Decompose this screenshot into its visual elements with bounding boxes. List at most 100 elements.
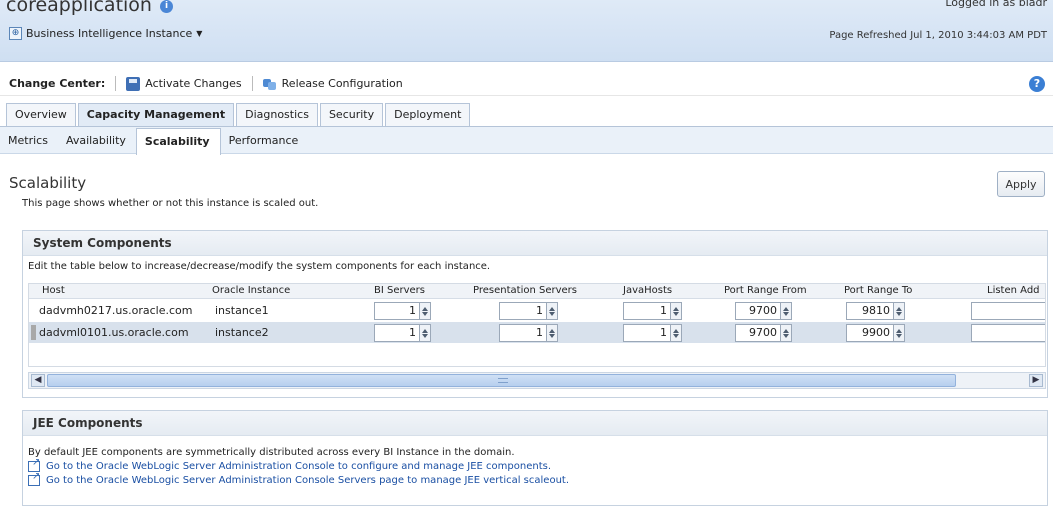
subtab-performance[interactable]: Performance xyxy=(221,128,309,154)
instance-cell: instance2 xyxy=(215,326,269,339)
release-configuration-button[interactable]: Release Configuration xyxy=(262,77,403,91)
weblogic-console-link[interactable]: Go to the Oracle WebLogic Server Adminis… xyxy=(23,457,1047,472)
header-band: coreapplication i ⊕ Business Intelligenc… xyxy=(0,0,1053,62)
table-header: Host Oracle Instance BI Servers Presenta… xyxy=(29,284,1045,299)
presentation-servers-stepper[interactable]: 1 xyxy=(499,324,558,342)
scrollbar-thumb[interactable] xyxy=(47,374,956,387)
spinner-arrows-icon[interactable] xyxy=(894,302,905,320)
column-port-range-from[interactable]: Port Range From xyxy=(724,285,807,296)
instance-menu-label: Business Intelligence Instance xyxy=(26,27,193,40)
change-center-label: Change Center: xyxy=(9,77,106,90)
listen-address-input[interactable] xyxy=(971,302,1045,320)
tab-deployment[interactable]: Deployment xyxy=(385,103,471,126)
system-components-panel: System Components Edit the table below t… xyxy=(22,230,1048,398)
port-range-to-stepper[interactable]: 9900 xyxy=(846,324,905,342)
javahosts-stepper[interactable]: 1 xyxy=(623,324,682,342)
port-range-from-stepper[interactable]: 9700 xyxy=(735,324,792,342)
info-icon[interactable]: i xyxy=(160,0,174,13)
scroll-right-icon[interactable]: ▶ xyxy=(1029,374,1043,387)
apply-button[interactable]: Apply xyxy=(997,171,1045,197)
sub-tabs: Metrics Availability Scalability Perform… xyxy=(0,128,308,155)
port-range-from-stepper[interactable]: 9700 xyxy=(735,302,792,320)
release-icon xyxy=(262,77,277,91)
app-title-text: coreapplication xyxy=(6,0,152,16)
instance-cell: instance1 xyxy=(215,304,269,317)
port-range-from-value[interactable]: 9700 xyxy=(735,324,781,342)
save-icon xyxy=(126,76,141,91)
weblogic-servers-link-text[interactable]: Go to the Oracle WebLogic Server Adminis… xyxy=(46,475,569,486)
spinner-arrows-icon[interactable] xyxy=(671,324,682,342)
host-cell: dadvml0101.us.oracle.com xyxy=(39,326,189,339)
jee-components-panel: JEE Components By default JEE components… xyxy=(22,410,1048,506)
subtab-availability[interactable]: Availability xyxy=(58,128,136,154)
main-tabs: Overview Capacity Management Diagnostics… xyxy=(6,103,471,126)
tab-capacity-management[interactable]: Capacity Management xyxy=(77,103,235,126)
activate-changes-label: Activate Changes xyxy=(145,77,242,90)
weblogic-console-link-text[interactable]: Go to the Oracle WebLogic Server Adminis… xyxy=(46,461,551,472)
app-title: coreapplication i xyxy=(6,0,174,16)
change-center: Change Center: Activate Changes Release … xyxy=(0,72,1053,96)
instance-icon: ⊕ xyxy=(9,27,22,40)
column-presentation-servers[interactable]: Presentation Servers xyxy=(473,285,577,296)
chevron-down-icon: ▼ xyxy=(196,29,203,38)
horizontal-scrollbar[interactable]: ◀ ▶ xyxy=(28,372,1046,389)
bi-servers-stepper[interactable]: 1 xyxy=(374,302,431,320)
column-listen-address[interactable]: Listen Add xyxy=(987,285,1040,296)
javahosts-value[interactable]: 1 xyxy=(623,302,671,320)
weblogic-servers-link[interactable]: Go to the Oracle WebLogic Server Adminis… xyxy=(23,471,1047,486)
system-components-title: System Components xyxy=(23,231,1047,256)
column-oracle-instance[interactable]: Oracle Instance xyxy=(212,285,290,296)
help-icon[interactable]: ? xyxy=(1029,76,1045,92)
port-range-to-stepper[interactable]: 9810 xyxy=(846,302,905,320)
divider xyxy=(251,76,253,91)
table-row[interactable]: dadvmh0217.us.oracle.com instance1 1 1 1… xyxy=(29,300,1045,321)
subtab-scalability[interactable]: Scalability xyxy=(135,128,221,155)
external-link-icon xyxy=(28,471,40,486)
scroll-left-icon[interactable]: ◀ xyxy=(31,374,45,387)
activate-changes-button[interactable]: Activate Changes xyxy=(126,76,242,91)
column-javahosts[interactable]: JavaHosts xyxy=(623,285,672,296)
page-description: This page shows whether or not this inst… xyxy=(22,198,319,209)
port-range-to-value[interactable]: 9810 xyxy=(846,302,894,320)
port-range-to-value[interactable]: 9900 xyxy=(846,324,894,342)
port-range-from-value[interactable]: 9700 xyxy=(735,302,781,320)
row-selection-marker xyxy=(31,325,36,340)
column-port-range-to[interactable]: Port Range To xyxy=(844,285,912,296)
tab-overview[interactable]: Overview xyxy=(6,103,76,126)
grip-icon xyxy=(498,378,508,383)
table-row[interactable]: dadvml0101.us.oracle.com instance2 1 1 1… xyxy=(29,322,1045,343)
spinner-arrows-icon[interactable] xyxy=(420,324,431,342)
javahosts-value[interactable]: 1 xyxy=(623,324,671,342)
column-host[interactable]: Host xyxy=(42,285,65,296)
divider xyxy=(115,76,117,91)
page-title: Scalability xyxy=(9,174,87,192)
tab-diagnostics[interactable]: Diagnostics xyxy=(236,103,318,126)
spinner-arrows-icon[interactable] xyxy=(420,302,431,320)
column-bi-servers[interactable]: BI Servers xyxy=(374,285,425,296)
spinner-arrows-icon[interactable] xyxy=(671,302,682,320)
logged-in-text: Logged in as biadr xyxy=(945,0,1047,9)
subtab-metrics[interactable]: Metrics xyxy=(0,128,58,154)
spinner-arrows-icon[interactable] xyxy=(894,324,905,342)
presentation-servers-stepper[interactable]: 1 xyxy=(499,302,558,320)
instance-menu[interactable]: ⊕ Business Intelligence Instance ▼ xyxy=(9,27,202,40)
presentation-servers-value[interactable]: 1 xyxy=(499,302,547,320)
bi-servers-value[interactable]: 1 xyxy=(374,302,420,320)
bi-servers-value[interactable]: 1 xyxy=(374,324,420,342)
system-components-description: Edit the table below to increase/decreas… xyxy=(28,261,491,272)
javahosts-stepper[interactable]: 1 xyxy=(623,302,682,320)
jee-components-description: By default JEE components are symmetrica… xyxy=(28,447,515,458)
spinner-arrows-icon[interactable] xyxy=(781,302,792,320)
spinner-arrows-icon[interactable] xyxy=(781,324,792,342)
tab-security[interactable]: Security xyxy=(319,103,384,126)
presentation-servers-value[interactable]: 1 xyxy=(499,324,547,342)
host-cell: dadvmh0217.us.oracle.com xyxy=(39,304,193,317)
jee-components-title: JEE Components xyxy=(23,411,1047,436)
spinner-arrows-icon[interactable] xyxy=(547,324,558,342)
release-configuration-label: Release Configuration xyxy=(281,77,403,90)
spinner-arrows-icon[interactable] xyxy=(547,302,558,320)
listen-address-input[interactable] xyxy=(971,324,1045,342)
system-components-table: Host Oracle Instance BI Servers Presenta… xyxy=(28,283,1046,367)
page-refreshed-text: Page Refreshed Jul 1, 2010 3:44:03 AM PD… xyxy=(829,30,1047,41)
bi-servers-stepper[interactable]: 1 xyxy=(374,324,431,342)
